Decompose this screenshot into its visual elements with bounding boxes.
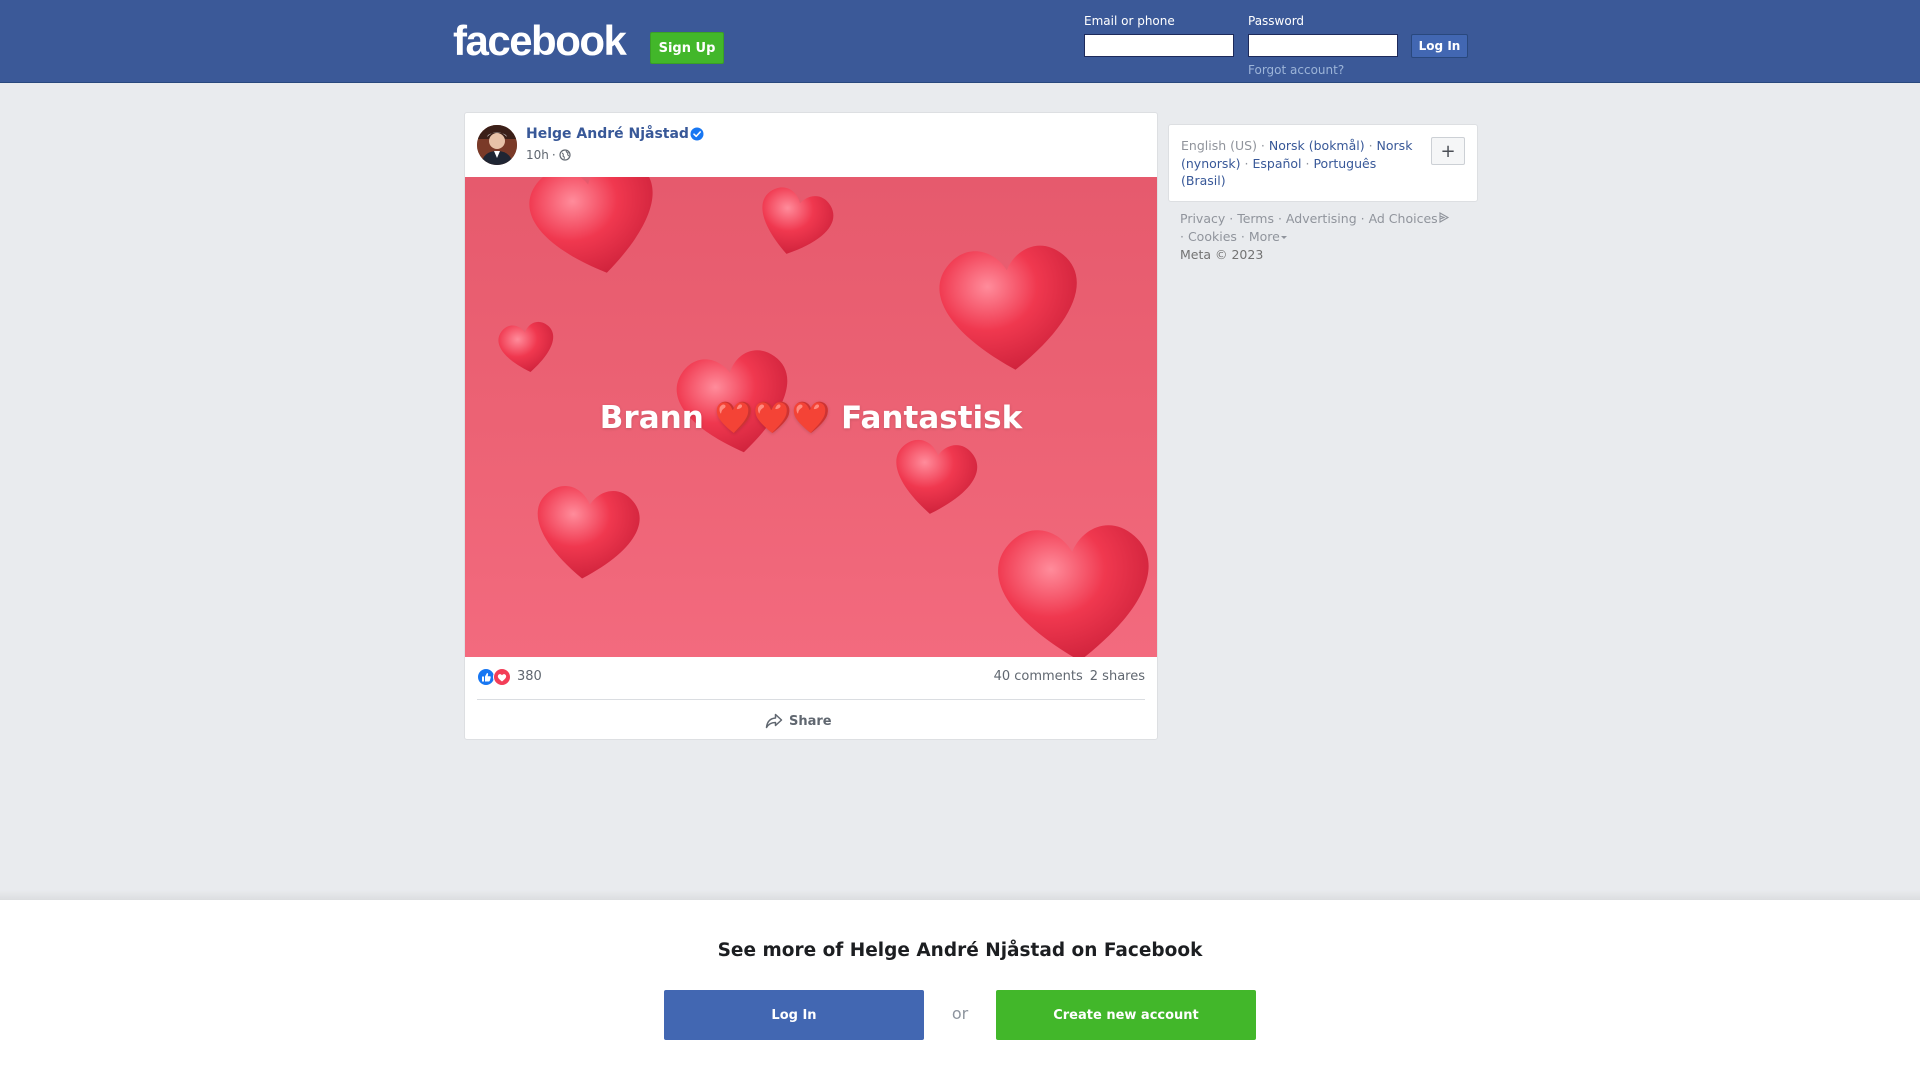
post-card: Helge André Njåstad 10h · Brann ❤️❤️❤️ F…	[464, 112, 1158, 740]
sheet-title: See more of Helge André Njåstad on Faceb…	[717, 940, 1203, 961]
footer-link-privacy[interactable]: Privacy	[1180, 211, 1225, 226]
language-item-norsk-bokmal[interactable]: Norsk (bokmål)	[1269, 138, 1365, 153]
reaction-count[interactable]: 380	[517, 669, 542, 684]
caret-down-icon	[1280, 236, 1287, 239]
meta-separator: ·	[551, 148, 556, 162]
login-prompt-sheet: See more of Helge André Njåstad on Faceb…	[0, 900, 1920, 1080]
language-item-espanol[interactable]: Español	[1252, 156, 1301, 171]
author-avatar[interactable]	[477, 125, 517, 165]
facebook-logo[interactable]: facebook	[453, 20, 627, 62]
share-icon	[765, 713, 783, 729]
footer-links: Privacy · Terms · Advertising · Ad Choic…	[1180, 210, 1480, 264]
share-label: Share	[789, 713, 832, 729]
password-input[interactable]	[1248, 34, 1398, 57]
post-stats: 380 40 comments 2 shares	[477, 666, 1145, 692]
stats-divider	[477, 699, 1145, 700]
shares-count[interactable]: 2 shares	[1090, 669, 1145, 684]
verified-badge-icon	[690, 127, 704, 141]
email-input[interactable]	[1084, 34, 1234, 57]
email-label: Email or phone	[1084, 14, 1175, 28]
author-name-link[interactable]: Helge André Njåstad	[526, 126, 689, 142]
sign-up-button[interactable]: Sign Up	[650, 32, 724, 64]
sheet-log-in-button[interactable]: Log In	[664, 990, 924, 1040]
reactions-summary-icon[interactable]	[477, 668, 517, 686]
language-list: English (US) · Norsk (bokmål) · Norsk (n…	[1181, 138, 1413, 188]
language-selector: English (US) · Norsk (bokmål) · Norsk (n…	[1168, 124, 1478, 202]
bottom-sheet-shadow	[0, 890, 1920, 900]
add-language-button[interactable]: +	[1431, 137, 1465, 165]
create-account-button[interactable]: Create new account	[996, 990, 1256, 1040]
footer-link-ad-choices[interactable]: Ad Choices	[1369, 211, 1450, 226]
or-separator: or	[951, 1004, 969, 1023]
more-label: More	[1248, 229, 1280, 244]
globe-icon	[559, 149, 571, 161]
ad-choices-icon	[1439, 212, 1449, 223]
image-caption: Brann ❤️❤️❤️ Fantastisk	[599, 399, 1023, 436]
post-meta: 10h ·	[526, 148, 571, 162]
top-navbar: facebook Sign Up Email or phone Password…	[0, 0, 1920, 83]
meta-copyright: Meta © 2023	[1180, 247, 1264, 262]
log-in-button[interactable]: Log In	[1411, 34, 1468, 58]
post-image[interactable]: Brann ❤️❤️❤️ Fantastisk	[465, 177, 1157, 657]
language-current: English (US)	[1181, 138, 1257, 153]
post-time[interactable]: 10h	[526, 148, 549, 162]
ad-choices-label: Ad Choices	[1368, 211, 1438, 226]
footer-link-more[interactable]: More	[1249, 229, 1288, 244]
footer-link-cookies[interactable]: Cookies	[1188, 229, 1237, 244]
footer-link-terms[interactable]: Terms	[1237, 211, 1274, 226]
share-button[interactable]: Share	[765, 710, 832, 732]
avatar-photo	[477, 125, 517, 165]
comments-count[interactable]: 40 comments	[994, 669, 1083, 684]
footer-link-advertising[interactable]: Advertising	[1286, 211, 1357, 226]
password-label: Password	[1248, 14, 1305, 28]
forgot-account-link[interactable]: Forgot account?	[1248, 63, 1344, 77]
